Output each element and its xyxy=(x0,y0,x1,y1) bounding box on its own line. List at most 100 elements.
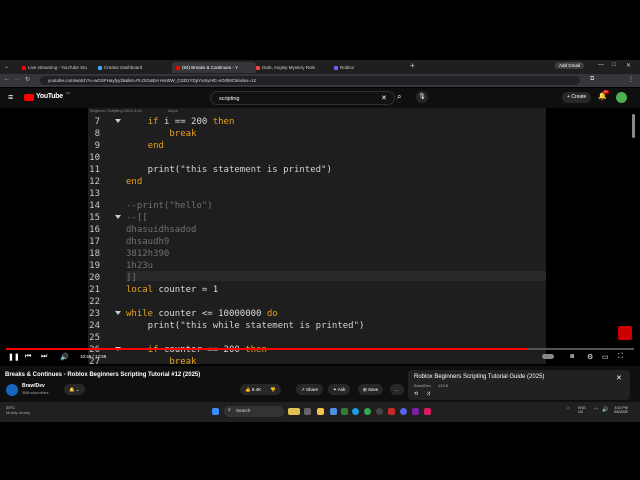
maximize-icon[interactable]: □ xyxy=(612,62,616,68)
tab-search-icon[interactable]: ⌄ xyxy=(4,63,9,70)
chrome-icon[interactable] xyxy=(364,408,371,415)
subscribed-bell-button[interactable]: 🔔 ⌄ xyxy=(64,384,85,395)
wifi-icon[interactable]: ◠ xyxy=(594,407,598,413)
time-display: 10:49 / 12:59 xyxy=(80,354,107,359)
hamburger-menu-icon[interactable]: ≡ xyxy=(8,92,13,102)
playlist-title[interactable]: Roblox Beginners Scripting Tutorial Guid… xyxy=(414,374,544,380)
clock[interactable]: 8:10 PM 6/6/2025 xyxy=(614,406,628,414)
windows-start-icon[interactable] xyxy=(212,408,219,415)
line-number: 16 xyxy=(89,225,100,235)
voice-search-icon[interactable]: 🎙 xyxy=(416,91,428,103)
autoplay-toggle[interactable] xyxy=(542,354,554,359)
back-icon[interactable]: ← xyxy=(4,76,10,82)
search-icon[interactable]: ⌕ xyxy=(397,92,401,102)
code-token: i == 200 xyxy=(158,117,213,127)
tab-breaks-continues[interactable]: (84) Breaks & Continues - Y xyxy=(172,62,256,73)
like-button[interactable]: 👍 8.4K 👎 xyxy=(240,384,281,395)
avatar[interactable] xyxy=(616,92,627,103)
playlist-channel: BrawlDev xyxy=(414,383,432,388)
new-tab-button[interactable]: + xyxy=(410,61,415,70)
pause-icon[interactable]: ❚❚ xyxy=(8,353,20,361)
reload-icon[interactable]: ↻ xyxy=(25,76,30,83)
app-icon-2[interactable] xyxy=(412,408,419,415)
url-input[interactable]: youtube.com/watch?v=wGSFHayfyy2k&list=PL… xyxy=(40,76,580,85)
youtube-studio-icon xyxy=(22,65,26,70)
code-line: 22 xyxy=(88,296,546,308)
shuffle-icon[interactable]: ⤨ xyxy=(426,391,430,397)
clear-search-icon[interactable]: ✕ xyxy=(381,92,387,106)
fold-arrow-icon[interactable] xyxy=(115,119,121,123)
extensions-icon[interactable]: ⧉ xyxy=(590,76,594,83)
line-number: 24 xyxy=(89,321,100,331)
store-icon[interactable] xyxy=(330,408,337,415)
video-info: Breaks & Continues - Roblox Beginners Sc… xyxy=(0,366,640,402)
code-text: end xyxy=(126,140,164,152)
subtitles-icon[interactable]: ⧈ xyxy=(570,353,574,361)
profile-button[interactable]: Add Gmail xyxy=(555,62,585,69)
forward-icon[interactable]: → xyxy=(14,76,20,82)
code-line: 9 end xyxy=(88,140,546,152)
editor-scrollbar[interactable] xyxy=(632,114,635,138)
channel-name[interactable]: BrawlDev xyxy=(22,383,45,389)
previous-icon[interactable]: ⏮ xyxy=(25,353,31,361)
lang-indicator[interactable]: ENG US xyxy=(578,406,586,414)
close-miniplayer-icon[interactable]: ✕ xyxy=(616,374,622,382)
next-icon[interactable]: ⏭ xyxy=(41,353,47,361)
settings-gear-icon[interactable]: ⚙ xyxy=(587,353,593,361)
edge-icon[interactable] xyxy=(352,408,359,415)
fullscreen-icon[interactable]: ⛶ xyxy=(618,353,623,361)
file-explorer-icon[interactable] xyxy=(317,408,324,415)
code-line: 21 local counter = 1 xyxy=(88,284,546,296)
more-actions-button[interactable]: ... xyxy=(390,384,404,395)
code-text: local counter = 1 xyxy=(126,284,218,296)
tab-live-streaming[interactable]: Live streaming - YouTube Stu xyxy=(18,62,98,73)
app-icon-3[interactable] xyxy=(424,408,431,415)
ask-button[interactable]: ✦ Ask xyxy=(328,384,351,395)
browser-address-bar: ← → ↻ youtube.com/watch?v=wGSFHayfyy2k&l… xyxy=(0,62,640,87)
browser-tab-bar: ⌄ Live streaming - YouTube Stu Creator D… xyxy=(0,60,640,74)
progress-bar[interactable] xyxy=(6,348,634,350)
code-token: print( xyxy=(126,165,181,175)
miniplayer-icon[interactable]: ▭ xyxy=(602,353,609,361)
loop-icon[interactable]: ⟲ xyxy=(414,391,418,397)
volume-icon[interactable]: 🔊 xyxy=(60,353,69,361)
taskbar-search[interactable]: ⌕ Search xyxy=(224,406,284,417)
search-input[interactable]: scripting ✕ xyxy=(210,91,395,105)
line-number: 20 xyxy=(89,273,100,283)
create-button[interactable]: + Create xyxy=(562,92,592,103)
task-view-icon[interactable] xyxy=(304,408,311,415)
channel-avatar[interactable] xyxy=(6,384,18,396)
obs-icon[interactable] xyxy=(376,408,383,415)
thumbs-up-icon: 👍 xyxy=(245,387,252,392)
share-button[interactable]: ↗ Share xyxy=(296,384,324,395)
windows-taskbar: 20°C Mostly cloudy ⌕ Search ⌃ ENG US ◠ 🔊… xyxy=(0,402,640,422)
close-window-icon[interactable]: ✕ xyxy=(626,62,631,69)
country-code: CA xyxy=(66,91,71,95)
tray-chevron-icon[interactable]: ⌃ xyxy=(566,407,570,413)
code-token: end xyxy=(126,177,143,187)
dislike-icon[interactable]: 👎 xyxy=(270,387,276,392)
line-number: 25 xyxy=(89,333,100,343)
playlist-miniplayer[interactable]: Roblox Beginners Scripting Tutorial Guid… xyxy=(408,370,630,400)
code-token: dhsaudh9 xyxy=(126,237,170,247)
tab-roblox[interactable]: Roblox xyxy=(330,62,410,73)
code-line: 14 --print("hello") xyxy=(88,200,546,212)
tab-dark-mystery[interactable]: Dark, Angsty Mystery Role xyxy=(252,62,332,73)
fold-arrow-icon[interactable] xyxy=(115,215,121,219)
line-number: 10 xyxy=(89,153,100,163)
line-number: 15 xyxy=(89,213,100,223)
sound-icon[interactable]: 🔊 xyxy=(602,407,608,413)
save-button[interactable]: ⊞ Save xyxy=(358,384,384,395)
bottom-black-area xyxy=(0,422,640,480)
channel-watermark-icon[interactable] xyxy=(618,326,632,340)
app-icon-1[interactable] xyxy=(341,408,348,415)
roblox-studio-icon[interactable] xyxy=(388,408,395,415)
menu-icon[interactable]: ⋮ xyxy=(628,76,634,83)
widgets-icon[interactable] xyxy=(288,408,300,415)
video-player[interactable]: Beginner Scripting 2024-4.txt loops 7 if… xyxy=(0,108,640,364)
tab-creator-dashboard[interactable]: Creator Dashboard xyxy=(94,62,174,73)
weather-widget[interactable]: 20°C Mostly cloudy xyxy=(6,405,30,415)
fold-arrow-icon[interactable] xyxy=(115,311,121,315)
discord-icon[interactable] xyxy=(400,408,407,415)
minimize-icon[interactable]: — xyxy=(598,62,604,68)
